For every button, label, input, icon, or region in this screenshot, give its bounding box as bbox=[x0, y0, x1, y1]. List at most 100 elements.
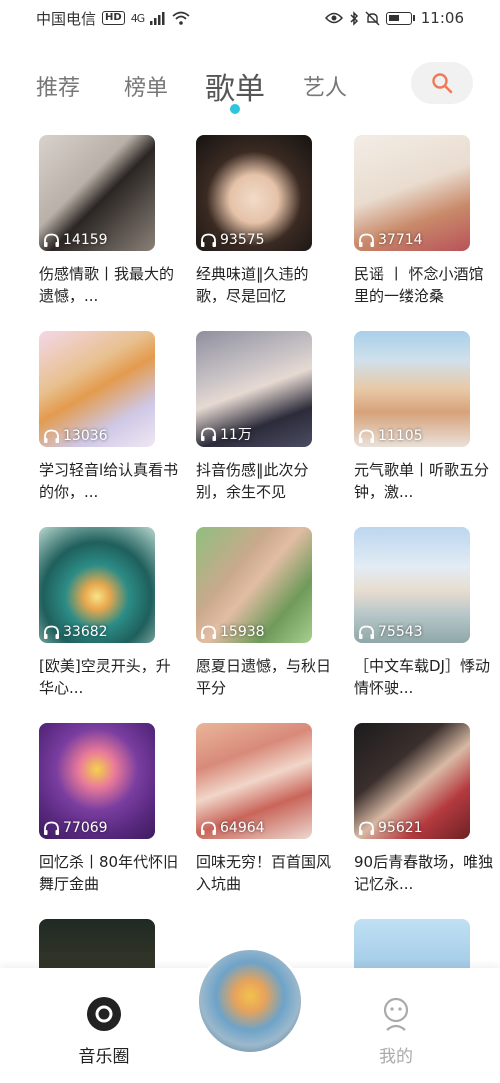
playlist-card[interactable]: 11105 元气歌单丨听歌五分钟，激... bbox=[354, 331, 489, 503]
play-count: 14159 bbox=[43, 232, 108, 248]
playlist-title: ［中文车载DJ］悸动情怀驶... bbox=[354, 657, 490, 697]
playlist-cover: 15938 bbox=[196, 527, 312, 643]
play-count-value: 15938 bbox=[220, 624, 265, 640]
playlist-title: 90后青春散场，唯独记忆永... bbox=[354, 853, 494, 893]
playlist-title: 民谣 丨 怀念小酒馆里的一缕沧桑 bbox=[354, 265, 484, 305]
now-playing-disc[interactable] bbox=[196, 947, 304, 1055]
headphones-icon bbox=[359, 233, 374, 247]
playlist-card[interactable]: 13036 学习轻音l给认真看书的你，... bbox=[39, 331, 178, 503]
profile-icon bbox=[383, 997, 409, 1031]
nav-mine[interactable]: 我的 bbox=[346, 996, 446, 1067]
playlist-cover: 11万 bbox=[196, 331, 312, 447]
play-count: 33682 bbox=[43, 624, 108, 640]
headphones-icon bbox=[201, 427, 216, 441]
playlist-card[interactable]: 75543 ［中文车载DJ］悸动情怀驶... bbox=[354, 527, 490, 699]
headphones-icon bbox=[44, 625, 59, 639]
playlist-card[interactable]: 95621 90后青春散场，唯独记忆永... bbox=[354, 723, 493, 895]
network-type: 4G bbox=[130, 11, 145, 25]
status-right: 11:06 bbox=[324, 9, 464, 27]
headphones-icon bbox=[44, 429, 59, 443]
playlist-cover: 37714 bbox=[354, 135, 470, 251]
playlist-cover: 11105 bbox=[354, 331, 470, 447]
clock-time: 11:06 bbox=[420, 9, 464, 27]
playlist-card[interactable]: 33682 [欧美]空灵开头，升华心... bbox=[39, 527, 171, 699]
playlist-cover: 95621 bbox=[354, 723, 470, 839]
playlist-title: 愿夏日遗憾，与秋日平分 bbox=[196, 657, 332, 697]
nav-label-music-circle: 音乐圈 bbox=[78, 1047, 130, 1067]
music-circle-icon bbox=[87, 997, 121, 1031]
playlist-title: 抖音伤感‖此次分别，余生不见 bbox=[196, 461, 309, 501]
headphones-icon bbox=[201, 233, 216, 247]
playlist-title: 经典味道‖久违的歌，尽是回忆 bbox=[196, 265, 309, 305]
headphones-icon bbox=[201, 821, 216, 835]
play-count: 15938 bbox=[200, 624, 265, 640]
playlist-cover: 13036 bbox=[39, 331, 155, 447]
tab-recommend[interactable]: 推荐 bbox=[36, 70, 80, 102]
playlist-title: 元气歌单丨听歌五分钟，激... bbox=[354, 461, 490, 501]
tab-playlists[interactable]: 歌单 bbox=[205, 64, 265, 108]
eye-icon bbox=[324, 12, 343, 24]
playlist-card[interactable]: 77069 回忆杀丨80年代怀旧舞厅金曲 bbox=[39, 723, 178, 895]
playlist-cover: 33682 bbox=[39, 527, 155, 643]
headphones-icon bbox=[359, 625, 374, 639]
playlist-card[interactable]: 93575 经典味道‖久违的歌，尽是回忆 bbox=[196, 135, 312, 307]
playlist-card[interactable]: 11万 抖音伤感‖此次分别，余生不见 bbox=[196, 331, 312, 503]
status-left: 中国电信 HD 4G bbox=[36, 8, 190, 29]
play-count: 77069 bbox=[43, 820, 108, 836]
playlist-cover: 14159 bbox=[39, 135, 155, 251]
play-count-value: 64964 bbox=[220, 820, 265, 836]
mute-bell-icon bbox=[365, 11, 380, 25]
search-icon bbox=[432, 73, 453, 94]
headphones-icon bbox=[359, 429, 374, 443]
bluetooth-icon bbox=[350, 10, 358, 26]
play-count-value: 14159 bbox=[63, 232, 108, 248]
playlist-card[interactable]: 64964 回味无穷！百首国风入坑曲 bbox=[196, 723, 331, 895]
playlist-card[interactable]: 14159 伤感情歌丨我最大的遗憾，... bbox=[39, 135, 174, 307]
headphones-icon bbox=[201, 625, 216, 639]
play-count: 13036 bbox=[43, 428, 108, 444]
playlist-title: 回味无穷！百首国风入坑曲 bbox=[196, 853, 332, 893]
play-count: 11105 bbox=[358, 428, 423, 444]
play-count: 11万 bbox=[200, 424, 252, 444]
play-count-value: 33682 bbox=[63, 624, 108, 640]
search-button[interactable] bbox=[411, 62, 473, 104]
play-count-value: 77069 bbox=[63, 820, 108, 836]
playlist-cover: 64964 bbox=[196, 723, 312, 839]
play-count-value: 95621 bbox=[378, 820, 423, 836]
play-count: 64964 bbox=[200, 820, 265, 836]
play-count: 93575 bbox=[200, 232, 265, 248]
active-tab-indicator bbox=[230, 104, 240, 114]
play-count-value: 75543 bbox=[378, 624, 423, 640]
play-count-value: 37714 bbox=[378, 232, 423, 248]
play-count: 95621 bbox=[358, 820, 423, 836]
tab-charts[interactable]: 榜单 bbox=[124, 70, 168, 102]
playlist-card[interactable]: 37714 民谣 丨 怀念小酒馆里的一缕沧桑 bbox=[354, 135, 484, 307]
playlist-cover: 75543 bbox=[354, 527, 470, 643]
headphones-icon bbox=[359, 821, 374, 835]
play-count: 75543 bbox=[358, 624, 423, 640]
top-tabs: 推荐 榜单 歌单 艺人 bbox=[0, 60, 500, 120]
playlist-cover: 77069 bbox=[39, 723, 155, 839]
playlist-title: 学习轻音l给认真看书的你，... bbox=[39, 461, 179, 501]
play-count-value: 13036 bbox=[63, 428, 108, 444]
signal-icon bbox=[150, 11, 165, 25]
playlist-title: 伤感情歌丨我最大的遗憾，... bbox=[39, 265, 175, 305]
battery-tip bbox=[412, 15, 415, 21]
play-count-value: 11万 bbox=[220, 427, 252, 443]
tab-artists[interactable]: 艺人 bbox=[303, 70, 347, 102]
headphones-icon bbox=[44, 233, 59, 247]
wifi-icon bbox=[172, 11, 190, 25]
playlist-cover: 93575 bbox=[196, 135, 312, 251]
playlist-title: [欧美]空灵开头，升华心... bbox=[39, 657, 171, 697]
carrier-label: 中国电信 bbox=[36, 9, 97, 28]
headphones-icon bbox=[44, 821, 59, 835]
playlist-card[interactable]: 15938 愿夏日遗憾，与秋日平分 bbox=[196, 527, 331, 699]
battery-icon bbox=[385, 11, 412, 25]
playlist-title: 回忆杀丨80年代怀旧舞厅金曲 bbox=[39, 853, 179, 893]
play-count: 37714 bbox=[358, 232, 423, 248]
nav-label-mine: 我的 bbox=[379, 1047, 413, 1067]
play-count-value: 93575 bbox=[220, 232, 265, 248]
play-count-value: 11105 bbox=[378, 428, 423, 444]
nav-music-circle[interactable]: 音乐圈 bbox=[54, 996, 154, 1067]
hd-badge: HD bbox=[102, 11, 125, 25]
